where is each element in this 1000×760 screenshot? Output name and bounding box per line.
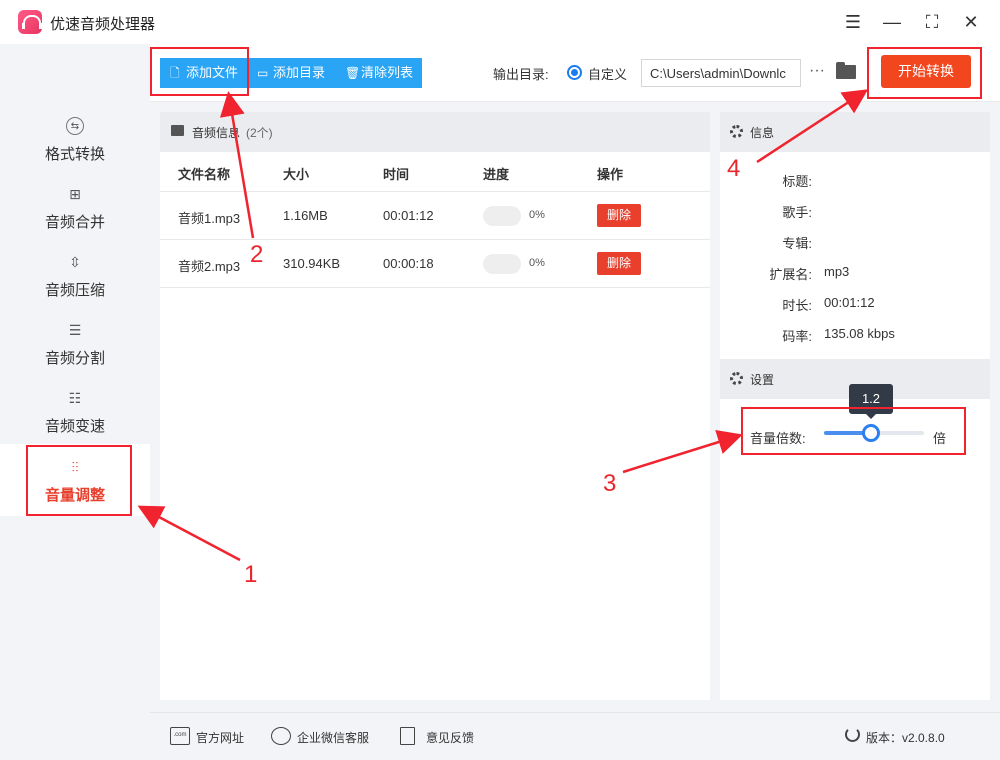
folder-outline-icon: ▭: [257, 58, 268, 88]
feedback-link[interactable]: 意见反馈: [400, 729, 474, 746]
custom-output-radio[interactable]: [567, 65, 582, 80]
annotation-number-3: 3: [603, 470, 616, 498]
file-duration: 00:01:12: [383, 208, 434, 223]
file-name: 音频1.mp3: [178, 208, 240, 227]
progress-percent: 0%: [529, 257, 545, 269]
annotation-box-add-file: [150, 47, 249, 96]
website-icon: .com: [170, 727, 190, 745]
output-path-input[interactable]: [641, 59, 801, 87]
info-key-artist: 歌手:: [720, 202, 812, 221]
annotation-number-4: 4: [727, 155, 740, 183]
gear-icon: [730, 372, 743, 385]
annotation-box-volume-slider: [741, 407, 966, 455]
title-bar: 优速音频处理器 ☰ — ⛶ ✕: [0, 0, 1000, 44]
wechat-support-link[interactable]: 企业微信客服: [271, 729, 369, 746]
headphones-logo-icon: [18, 10, 42, 34]
website-label: 官方网址: [196, 731, 244, 745]
maximize-icon[interactable]: ⛶: [920, 10, 944, 34]
column-header-progress: 进度: [483, 164, 509, 183]
settings-title: 设置: [750, 371, 774, 388]
version-label: 版本：v2.0.8.0: [866, 729, 945, 746]
info-value-bitrate: 135.08 kbps: [824, 326, 895, 341]
feedback-label: 意见反馈: [426, 731, 474, 745]
progress-bar: [483, 206, 521, 226]
column-header-action: 操作: [597, 164, 623, 183]
trash-icon: 🗑: [345, 58, 360, 88]
column-header-size: 大小: [283, 164, 309, 183]
delete-button[interactable]: 删除: [597, 204, 641, 227]
info-value-extension: mp3: [824, 264, 849, 279]
file-duration: 00:00:18: [383, 256, 434, 271]
wechat-support-label: 企业微信客服: [297, 731, 369, 745]
add-directory-label: 添加目录: [273, 65, 325, 80]
sidebar-item-format-convert[interactable]: ⇆ 格式转换: [0, 117, 150, 185]
sidebar-item-label: 音频变速: [0, 415, 150, 436]
delete-button[interactable]: 删除: [597, 252, 641, 275]
column-header-time: 时间: [383, 164, 409, 183]
refresh-icon[interactable]: [845, 727, 860, 742]
menu-icon[interactable]: ☰: [841, 10, 865, 34]
annotation-number-2: 2: [250, 241, 263, 269]
sidebar-item-compress[interactable]: ⇳ 音频压缩: [0, 253, 150, 321]
column-header-name: 文件名称: [178, 164, 230, 183]
format-convert-icon: ⇆: [66, 117, 84, 135]
info-key-duration: 时长:: [720, 295, 812, 314]
more-options-button[interactable]: ···: [806, 58, 828, 84]
app-window: 优速音频处理器 ☰ — ⛶ ✕ ⇆ 格式转换 ⊞ 音频合并 ⇳ 音频压缩 ☰ 音…: [0, 0, 1000, 760]
sidebar-item-label: 音频压缩: [0, 279, 150, 300]
output-directory-label: 输出目录:: [493, 64, 549, 83]
app-title: 优速音频处理器: [50, 13, 155, 34]
footer: .com 官方网址 企业微信客服 意见反馈 版本：v2.0.8.0: [150, 712, 1000, 760]
file-list-header: 音频信息 (2个): [160, 112, 710, 152]
file-list-title: 音频信息: [192, 124, 240, 141]
split-icon: ☰: [66, 321, 84, 339]
annotation-box-volume-nav: [26, 445, 132, 516]
sidebar: ⇆ 格式转换 ⊞ 音频合并 ⇳ 音频压缩 ☰ 音频分割 ☷ 音频变速 ⫶⫶ 音量…: [0, 100, 150, 760]
clear-list-button[interactable]: 🗑 清除列表: [335, 58, 422, 88]
info-key-album: 专辑:: [720, 233, 812, 252]
add-directory-button[interactable]: ▭ 添加目录: [247, 58, 335, 88]
file-size: 1.16MB: [283, 208, 328, 223]
sidebar-item-label: 格式转换: [0, 143, 150, 164]
website-link[interactable]: .com 官方网址: [170, 729, 244, 746]
clear-list-label: 清除列表: [361, 65, 413, 80]
info-header: 信息: [720, 112, 990, 152]
image-icon: [171, 125, 184, 136]
custom-output-label: 自定义: [588, 64, 627, 83]
progress-percent: 0%: [529, 209, 545, 221]
folder-icon[interactable]: [836, 62, 858, 80]
merge-icon: ⊞: [66, 185, 84, 203]
info-title: 信息: [750, 124, 774, 141]
chat-icon: [271, 727, 291, 745]
info-value-duration: 00:01:12: [824, 295, 875, 310]
file-size: 310.94KB: [283, 256, 340, 271]
info-key-extension: 扩展名:: [720, 264, 812, 283]
info-key-bitrate: 码率:: [720, 326, 812, 345]
speed-icon: ☷: [66, 389, 84, 407]
file-list-panel: 音频信息 (2个) 文件名称 大小 时间 进度 操作 音频1.mp3 1.16M…: [160, 112, 710, 700]
annotation-number-1: 1: [244, 561, 257, 589]
sidebar-item-split[interactable]: ☰ 音频分割: [0, 321, 150, 389]
gear-icon: [730, 125, 743, 138]
sidebar-item-merge[interactable]: ⊞ 音频合并: [0, 185, 150, 253]
sidebar-item-label: 音频分割: [0, 347, 150, 368]
compress-icon: ⇳: [66, 253, 84, 271]
close-icon[interactable]: ✕: [959, 10, 983, 34]
table-row[interactable]: 音频1.mp3 1.16MB 00:01:12 0% 删除: [160, 191, 710, 240]
progress-bar: [483, 254, 521, 274]
minimize-icon[interactable]: —: [880, 10, 904, 34]
feedback-icon: [400, 727, 415, 745]
annotation-box-start-button: [867, 47, 982, 99]
file-count: (2个): [246, 124, 273, 141]
file-name: 音频2.mp3: [178, 256, 240, 275]
table-row[interactable]: 音频2.mp3 310.94KB 00:00:18 0% 删除: [160, 239, 710, 288]
info-panel: 信息 标题: 歌手: 专辑: 扩展名: mp3 时长: 00:01:12 码率:…: [720, 112, 990, 700]
sidebar-item-label: 音频合并: [0, 211, 150, 232]
